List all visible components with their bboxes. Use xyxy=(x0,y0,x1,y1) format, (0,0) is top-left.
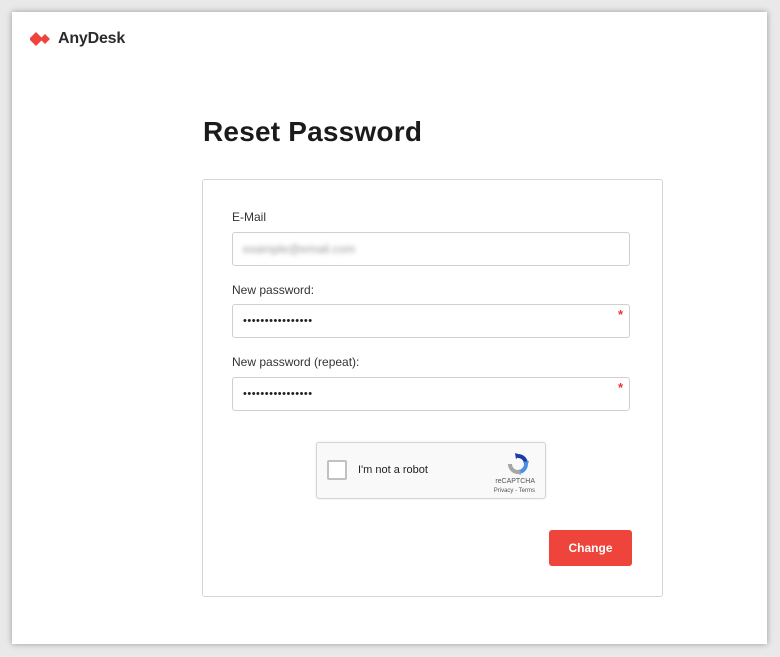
new-password-field[interactable] xyxy=(233,305,613,337)
email-label: E-Mail xyxy=(232,210,267,224)
repeat-password-label: New password (repeat): xyxy=(232,355,360,369)
repeat-password-field-wrapper: * xyxy=(232,377,630,411)
change-button[interactable]: Change xyxy=(549,530,632,566)
reset-password-card: E-Mail New password: * New password (rep… xyxy=(202,179,663,597)
browser-window: AnyDesk Reset Password E-Mail New passwo… xyxy=(12,12,767,644)
anydesk-diamond-icon xyxy=(30,32,50,46)
recaptcha-label: I'm not a robot xyxy=(358,464,428,476)
repeat-password-field[interactable] xyxy=(233,378,613,410)
page-title: Reset Password xyxy=(203,116,423,147)
recaptcha-icon xyxy=(508,453,529,475)
brand-name: AnyDesk xyxy=(58,30,126,47)
recaptcha-checkbox[interactable] xyxy=(327,460,347,480)
recaptcha-brand: reCAPTCHA xyxy=(495,478,535,485)
required-indicator: * xyxy=(617,307,623,322)
recaptcha-links[interactable]: Privacy - Terms xyxy=(494,488,535,494)
required-indicator: * xyxy=(617,380,623,395)
recaptcha-widget: I'm not a robot reCAPTCHA Privacy - Term… xyxy=(316,442,546,499)
new-password-label: New password: xyxy=(232,283,315,297)
email-field[interactable] xyxy=(233,233,613,265)
email-field-wrapper xyxy=(232,232,630,266)
anydesk-logo[interactable]: AnyDesk xyxy=(30,28,125,50)
new-password-field-wrapper: * xyxy=(232,304,630,338)
